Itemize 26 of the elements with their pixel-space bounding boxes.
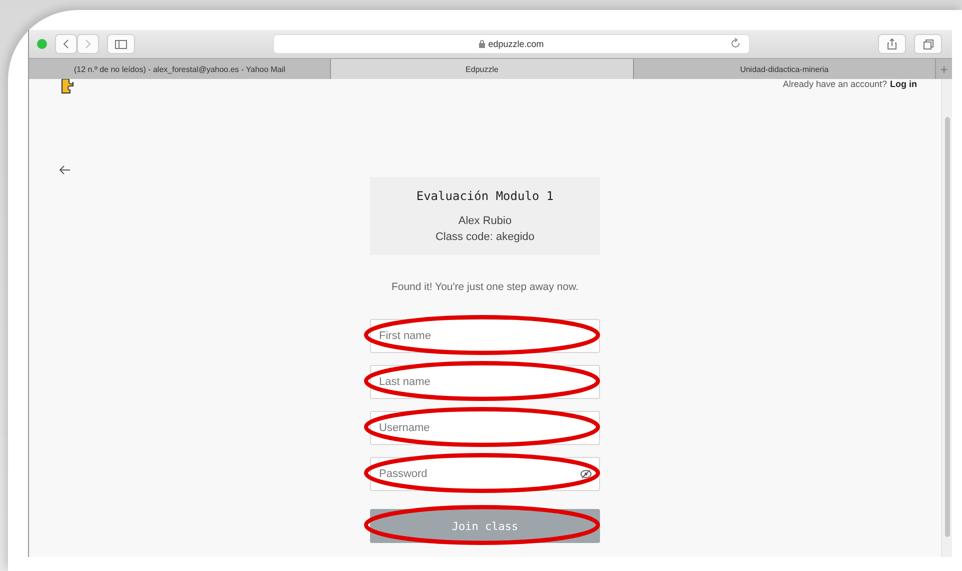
class-code: Class code: akegido: [435, 231, 535, 243]
browser-tab[interactable]: Unidad-didactica-mineria: [634, 59, 936, 79]
browser-tab[interactable]: (12 n.º de no leídos) - alex_forestal@yahoo.es - Yahoo Mail: [29, 59, 332, 79]
eye-slash-icon[interactable]: [580, 469, 592, 479]
teacher-name: Alex Rubio: [458, 215, 512, 227]
scrollbar-thumb[interactable]: [944, 117, 950, 537]
share-button[interactable]: [878, 34, 906, 54]
sidebar-button[interactable]: [107, 34, 135, 54]
address-text: edpuzzle.com: [488, 39, 544, 49]
status-message: Found it! You're just one step away now.: [391, 281, 579, 293]
log-in-link[interactable]: Log in: [890, 79, 917, 93]
sidebar-icon: [115, 40, 127, 48]
address-bar[interactable]: edpuzzle.com: [273, 34, 750, 54]
account-prompt: Already have an account?: [782, 79, 887, 91]
reload-icon: [731, 38, 741, 49]
class-title: Evaluación Modulo 1: [416, 189, 554, 203]
window-zoom-dot[interactable]: [37, 39, 47, 49]
chevron-left-icon: [63, 39, 69, 49]
chevron-right-icon: [85, 39, 91, 49]
back-button[interactable]: [55, 34, 77, 54]
tabs-overview-button[interactable]: [914, 34, 942, 54]
back-arrow-icon[interactable]: [59, 165, 71, 175]
share-icon: [887, 38, 897, 50]
lock-icon: [479, 40, 486, 48]
browser-tab[interactable]: Edpuzzle: [331, 59, 634, 79]
tabs-icon: [922, 38, 934, 50]
